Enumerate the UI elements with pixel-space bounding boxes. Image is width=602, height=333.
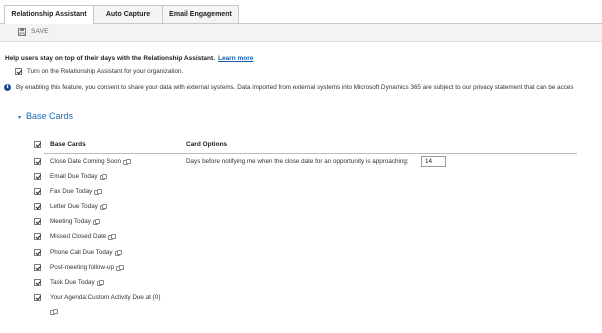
card-label: Meeting Today xyxy=(50,218,101,225)
card-preview-icon[interactable] xyxy=(50,309,58,315)
select-all-checkbox[interactable] xyxy=(34,141,41,148)
toolbar: SAVE xyxy=(0,24,602,42)
card-checkbox[interactable] xyxy=(34,203,41,210)
tab-relationship-assistant[interactable]: Relationship Assistant xyxy=(4,5,94,24)
card-label: Phone Call Due Today xyxy=(50,249,123,256)
card-label-continuation xyxy=(50,308,58,315)
card-checkbox[interactable] xyxy=(34,173,41,180)
card-preview-icon[interactable] xyxy=(94,189,102,195)
card-preview-icon[interactable] xyxy=(99,174,107,180)
card-checkbox[interactable] xyxy=(34,188,41,195)
card-label: Task Due Today xyxy=(50,279,105,286)
card-label: Post-meeting follow-up xyxy=(50,264,124,271)
header-divider xyxy=(44,153,577,154)
card-label: Letter Due Today xyxy=(50,203,108,210)
save-icon xyxy=(18,28,26,36)
info-icon: i xyxy=(4,84,11,91)
card-checkbox[interactable] xyxy=(34,279,41,286)
card-checkbox[interactable] xyxy=(34,249,41,256)
intro-heading: Help users stay on top of their days wit… xyxy=(5,55,253,62)
card-checkbox[interactable] xyxy=(34,158,41,165)
card-checkbox[interactable] xyxy=(34,264,41,271)
card-preview-icon[interactable] xyxy=(96,280,105,286)
tab-auto-capture[interactable]: Auto Capture xyxy=(93,5,163,23)
tab-bar: Relationship Assistant Auto Capture Emai… xyxy=(0,5,602,24)
save-button[interactable]: SAVE xyxy=(31,28,49,35)
learn-more-link[interactable]: Learn more xyxy=(218,55,253,62)
column-header-base-cards: Base Cards xyxy=(50,141,86,148)
card-preview-icon[interactable] xyxy=(116,265,124,271)
card-checkbox[interactable] xyxy=(34,294,41,301)
card-label: Missed Closed Date xyxy=(50,233,116,240)
card-label: Your Agenda:Custom Activity Due at {0} xyxy=(50,294,161,301)
collapse-chevron-icon[interactable]: ▾ xyxy=(18,114,21,121)
card-preview-icon[interactable] xyxy=(99,204,108,210)
card-preview-icon[interactable] xyxy=(123,159,131,165)
tab-email-engagement[interactable]: Email Engagement xyxy=(162,5,239,23)
days-before-input[interactable]: 14 xyxy=(421,156,446,167)
card-label: Email Due Today xyxy=(50,173,107,180)
enable-assistant-label: Turn on the Relationship Assistant for y… xyxy=(27,68,184,75)
close-date-option-label: Days before notifying me when the close … xyxy=(186,158,409,165)
enable-assistant-checkbox[interactable] xyxy=(15,68,22,75)
card-preview-icon[interactable] xyxy=(92,219,101,225)
card-checkbox[interactable] xyxy=(34,233,41,240)
card-label: Close Date Coming Soon xyxy=(50,158,131,165)
column-header-card-options: Card Options xyxy=(186,141,228,148)
section-title-base-cards[interactable]: Base Cards xyxy=(26,111,73,121)
card-label: Fax Due Today xyxy=(50,188,102,195)
intro-heading-text: Help users stay on top of their days wit… xyxy=(5,55,215,62)
card-preview-icon[interactable] xyxy=(108,234,116,240)
card-preview-icon[interactable] xyxy=(114,250,123,256)
card-checkbox[interactable] xyxy=(34,218,41,225)
privacy-notice: By enabling this feature, you consent to… xyxy=(16,84,574,91)
